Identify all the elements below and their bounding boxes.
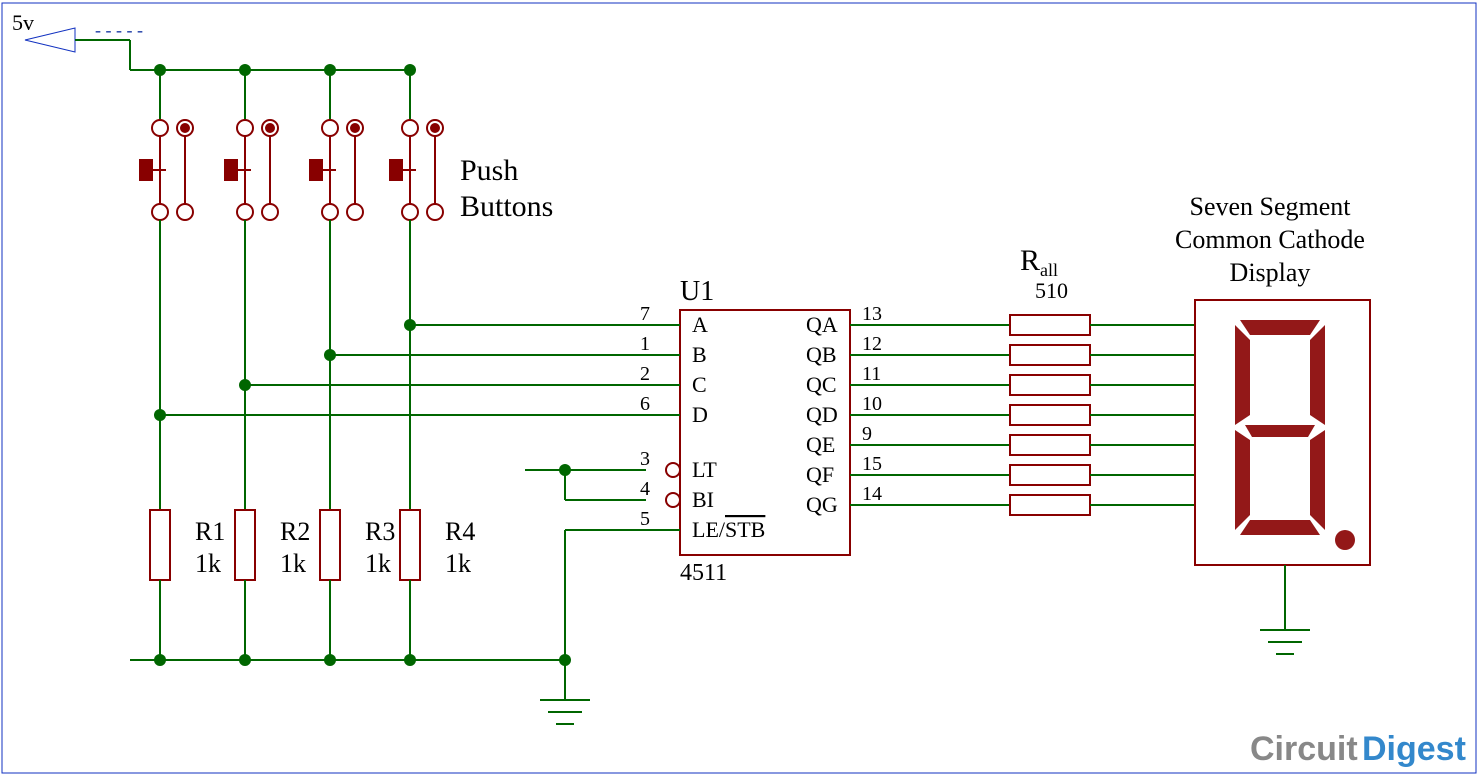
push-buttons-label-1: Push	[460, 154, 518, 187]
svg-text:11: 11	[862, 363, 881, 385]
watermark-a: Circuit	[1250, 730, 1358, 768]
resistor-r3: R3 1k	[320, 355, 395, 660]
svg-text:BI: BI	[692, 487, 714, 512]
r3-value: 1k	[365, 549, 391, 578]
svg-text:D: D	[692, 402, 708, 427]
button-col-4	[390, 64, 443, 331]
ic-pins-left: 7 A 1 B 2 C 6 D 3 LT 4 BI 5 LE/STB	[640, 303, 765, 542]
ic-part: 4511	[680, 560, 727, 586]
button-col-3	[310, 64, 363, 361]
watermark-b: Digest	[1362, 730, 1466, 768]
watermark: Circuit Digest	[1250, 730, 1466, 768]
svg-text:10: 10	[862, 393, 882, 415]
svg-text:15: 15	[862, 453, 882, 475]
svg-text:12: 12	[862, 333, 882, 355]
seven-segment-display: Seven Segment Common Cathode Display	[1175, 192, 1370, 654]
ic-ref: U1	[680, 276, 714, 307]
resistor-array: Rall 510	[1010, 244, 1090, 515]
svg-text:1: 1	[640, 333, 650, 355]
r1-value: 1k	[195, 549, 221, 578]
svg-text:QC: QC	[806, 372, 837, 397]
svg-text:14: 14	[862, 483, 882, 505]
display-label-2: Common Cathode	[1175, 225, 1365, 254]
svg-text:B: B	[692, 342, 707, 367]
resistor-r2: R2 1k	[235, 385, 310, 660]
svg-text:QE: QE	[806, 432, 835, 457]
svg-text:C: C	[692, 372, 707, 397]
r4-value: 1k	[445, 549, 471, 578]
resistor-r1: R1 1k	[150, 415, 225, 660]
r2-value: 1k	[280, 549, 306, 578]
resistor-r4: R4 1k	[400, 325, 475, 660]
power-5v: 5v - - - - -	[12, 10, 143, 52]
diagram-border	[2, 3, 1476, 773]
svg-text:QA: QA	[806, 312, 838, 337]
button-col-1	[140, 64, 193, 421]
r1-name: R1	[195, 517, 225, 546]
svg-text:QG: QG	[806, 492, 838, 517]
ground-icon	[540, 660, 590, 724]
display-label-3: Display	[1230, 258, 1311, 287]
pin-num: 7	[640, 303, 650, 325]
svg-text:LE/STB: LE/STB	[692, 517, 765, 542]
pin-name: A	[692, 312, 708, 337]
svg-text:QF: QF	[806, 462, 834, 487]
svg-text:QB: QB	[806, 342, 837, 367]
r4-name: R4	[445, 517, 475, 546]
r3-name: R3	[365, 517, 395, 546]
power-label: 5v	[12, 10, 34, 35]
ic-pins-right: 13 QA 12 QB 11 QC 10 QD 9 QE 15 QF 14 QG	[806, 303, 1010, 517]
svg-text:LT: LT	[692, 457, 717, 482]
svg-text:5: 5	[640, 508, 650, 530]
svg-text:QD: QD	[806, 402, 838, 427]
power-dashes: - - - - -	[95, 20, 143, 40]
rall-name: Rall	[1020, 244, 1058, 280]
svg-text:3: 3	[640, 448, 650, 470]
rall-value: 510	[1035, 278, 1068, 303]
svg-text:6: 6	[640, 393, 650, 415]
push-buttons-label-2: Buttons	[460, 190, 553, 223]
button-col-2	[225, 64, 278, 391]
svg-text:2: 2	[640, 363, 650, 385]
svg-text:4: 4	[640, 478, 650, 500]
r2-name: R2	[280, 517, 310, 546]
svg-text:13: 13	[862, 303, 882, 325]
display-label-1: Seven Segment	[1189, 192, 1351, 221]
svg-text:9: 9	[862, 423, 872, 445]
